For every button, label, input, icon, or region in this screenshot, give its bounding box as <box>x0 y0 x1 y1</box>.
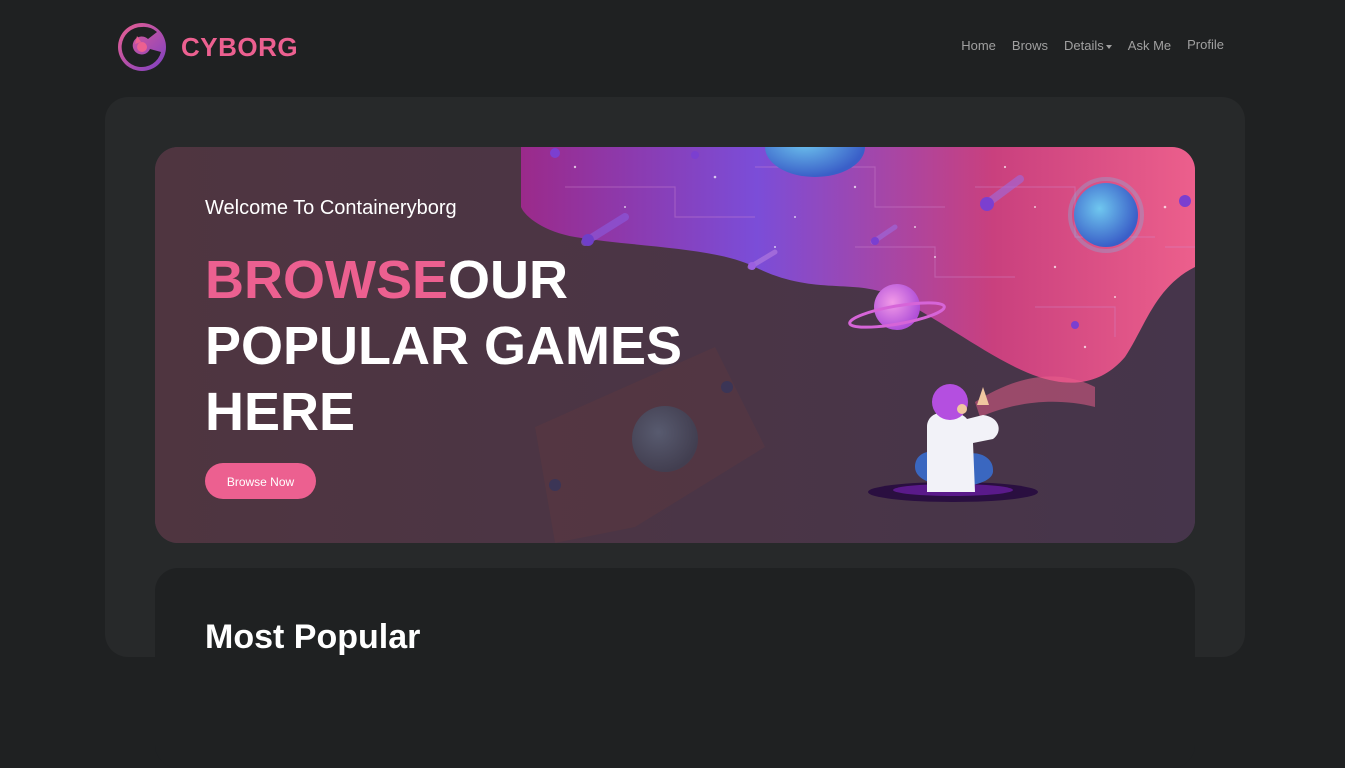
welcome-text: Welcome To Containeryborg <box>205 197 457 219</box>
cyborg-logo-icon <box>118 23 166 71</box>
nav-profile[interactable]: Profile <box>1187 37 1224 53</box>
logo[interactable]: CYBORG <box>117 22 298 72</box>
nav-home[interactable]: Home <box>961 38 996 53</box>
site-header: CYBORG Home Brows Details Ask Me Profile <box>0 0 1345 97</box>
main-nav: Home Brows Details Ask Me Profile <box>945 37 1224 53</box>
caret-down-icon <box>1105 44 1112 49</box>
browse-now-button[interactable]: Browse Now <box>205 463 316 499</box>
nav-details-label: Details <box>1064 38 1104 53</box>
brand-name: CYBORG <box>181 31 299 62</box>
banner-title-accent: BROWSE <box>205 250 448 310</box>
most-popular-title: Most Popular <box>205 618 421 656</box>
most-popular-section: Most Popular <box>155 568 1195 768</box>
page-container: Welcome To Containeryborg BROWSEOUR POPU… <box>105 97 1245 768</box>
hero-banner: Welcome To Containeryborg BROWSEOUR POPU… <box>155 147 1195 543</box>
nav-details[interactable]: Details <box>1064 38 1112 53</box>
nav-ask-me[interactable]: Ask Me <box>1128 38 1171 53</box>
banner-title: BROWSEOUR POPULAR GAMES HERE <box>205 247 725 445</box>
nav-brows[interactable]: Brows <box>1012 38 1048 53</box>
